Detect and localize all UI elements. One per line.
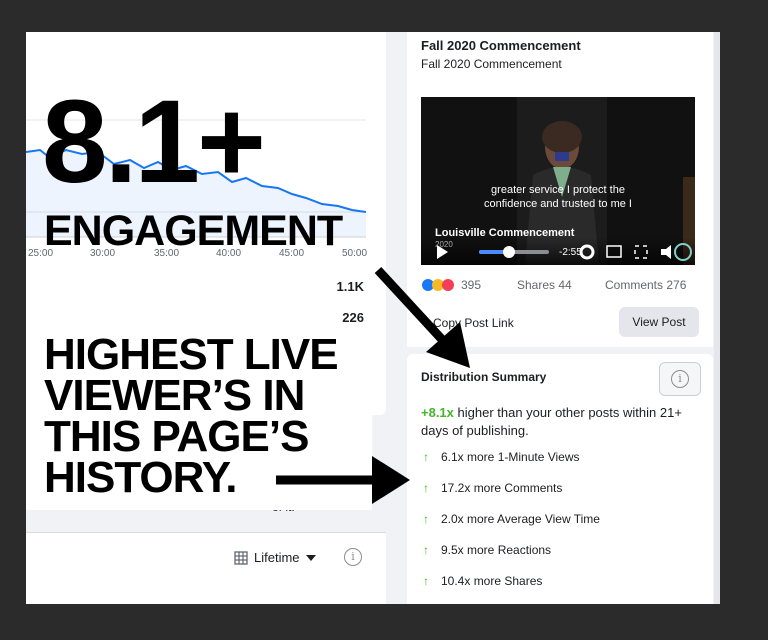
- annotation-arrows: [276, 266, 470, 504]
- diagonal-arrow-shaft: [374, 266, 452, 350]
- horizontal-arrow-head: [372, 456, 410, 504]
